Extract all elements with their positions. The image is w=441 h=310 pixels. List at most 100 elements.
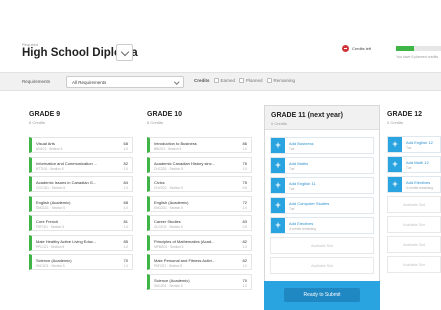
grade-11-header: GRADE 11 (next year) 0 Credits	[265, 106, 379, 130]
available-slot[interactable]: Available Slot	[270, 237, 374, 254]
goal-dropdown-button[interactable]	[116, 44, 133, 61]
course-code: ENG1D1 · Section 5	[36, 205, 65, 210]
course-grade: 85	[123, 238, 128, 244]
available-slot[interactable]: Available Slot	[387, 256, 441, 273]
requirements-select[interactable]: All Requirements	[66, 76, 184, 88]
add-course-card[interactable]: + Add Math 12 Tue	[387, 156, 441, 173]
add-course-card[interactable]: + Add Maths Tue	[270, 157, 374, 174]
course-credit: 1.0	[242, 264, 247, 268]
grade-12-credits: 0 Credits	[387, 120, 404, 125]
filter-remaining-label: Remaining	[273, 78, 296, 83]
course-code: SNC2D1 · Section 5	[154, 283, 183, 288]
course-name: Academic Issues in Canadian G...	[36, 180, 97, 185]
course-code: BTT101 · Section 5	[36, 166, 64, 171]
filter-planned[interactable]: Planned	[239, 78, 263, 83]
course-card[interactable]: Visual Arts AVI101 · Section 5 68 1.0	[29, 137, 133, 153]
course-card[interactable]: Science (Academic) SNC1D1 · Section 5 70 1.…	[29, 254, 133, 270]
course-card[interactable]: Academic Canadian History sinc... CHC2D1 …	[147, 156, 252, 173]
grade-10-credits: 8 Credits	[147, 120, 164, 125]
add-course-card[interactable]: + Add English 12 Tue	[387, 136, 441, 153]
plus-icon[interactable]: +	[388, 137, 402, 152]
course-name: Core French	[36, 219, 59, 224]
add-course-card[interactable]: + Add Electives 4 credits remaining	[387, 176, 441, 193]
course-name: Information and Communication ...	[36, 160, 98, 166]
available-slot-label: Available Slot	[403, 223, 425, 227]
plus-icon[interactable]: +	[271, 198, 285, 213]
course-card[interactable]: Core French FSF1D1 · Section 5 81 1.0	[29, 215, 133, 231]
course-credit: 1.0	[123, 205, 128, 210]
plus-icon[interactable]: +	[271, 158, 285, 173]
course-card[interactable]: English (Academic) ENG2D1 · Section 5 72 1.…	[147, 195, 252, 212]
course-name: Career Studies	[154, 219, 181, 224]
course-card[interactable]: Principles of Mathematics (Acad... MPM2D1…	[147, 234, 252, 251]
course-card[interactable]: Civics CHV2O1 · Section 5 75 0.5	[147, 176, 252, 192]
plan-header: Required High School Diploma Credits lef…	[0, 0, 441, 72]
course-credit: 1.0	[242, 244, 247, 249]
available-slot-label: Available Slot	[403, 243, 425, 247]
course-card[interactable]: Male Healthy Active Living Educ... PPL1O1…	[29, 234, 133, 251]
available-slot[interactable]: Available Slot	[387, 196, 441, 213]
course-card[interactable]: Career Studies GLC2O1 · Section 5 83 0.5	[147, 215, 252, 231]
plus-icon[interactable]: +	[388, 157, 402, 172]
course-card[interactable]: Information and Communication ... BTT101 …	[29, 156, 133, 173]
grade-11-credits: 0 Credits	[271, 121, 288, 126]
add-course-title: Add English 12	[406, 140, 433, 145]
available-slot[interactable]: Available Slot	[387, 216, 441, 233]
course-name: Male Personal and Fitness Activi...	[154, 258, 216, 263]
grade-11-title: GRADE 11 (next year)	[271, 112, 343, 119]
checkbox[interactable]	[239, 78, 245, 83]
plus-icon[interactable]: +	[271, 138, 285, 153]
filter-bar: Requirements All Requirements Credits Ea…	[0, 72, 441, 91]
plus-icon[interactable]: +	[271, 178, 285, 193]
course-card[interactable]: Academic Issues in Canadian G... CGC1D1 ·…	[29, 176, 133, 192]
course-credit: 1.0	[123, 166, 128, 171]
course-name: Academic Canadian History sinc...	[154, 160, 215, 166]
course-code: GLC2O1 · Section 5	[154, 225, 183, 229]
course-credit: 1.0	[123, 186, 128, 190]
course-grade: 75	[242, 180, 247, 185]
ready-to-submit-button[interactable]: Ready to Submit	[284, 288, 360, 302]
grade-12-title: GRADE 12	[387, 111, 423, 118]
add-course-sub: Tue	[289, 207, 295, 211]
available-slot[interactable]: Available Slot	[387, 236, 441, 253]
checkbox[interactable]	[213, 78, 219, 83]
add-course-card[interactable]: + Add Business Tue	[270, 137, 374, 154]
course-name: Introduction to Business	[154, 141, 197, 146]
filter-earned[interactable]: Earned	[213, 78, 236, 83]
add-course-card[interactable]: + Add Computer Studies Tue	[270, 197, 374, 214]
course-name: Science (Academic)	[36, 258, 72, 263]
course-credit: 1.0	[123, 147, 128, 151]
course-grade: 84	[123, 180, 128, 185]
add-course-card[interactable]: + Add English 11 Tue	[270, 177, 374, 194]
grade-9-title: GRADE 9	[29, 111, 61, 118]
grade-10-title: GRADE 10	[147, 111, 183, 118]
add-course-sub: Tue	[406, 166, 412, 170]
plus-icon[interactable]: +	[388, 177, 402, 192]
available-slot-label: Available Slot	[403, 263, 425, 267]
course-code: AVI101 · Section 5	[36, 147, 63, 151]
add-course-card[interactable]: + Add Electives 4 credits remaining	[270, 217, 374, 234]
course-name: Principles of Mathematics (Acad...	[154, 238, 215, 244]
credits-left-indicator: Credits left	[342, 45, 371, 52]
course-code: ENG2D1 · Section 5	[154, 205, 183, 210]
course-credit: 1.0	[242, 205, 247, 210]
course-grade: 68	[123, 141, 128, 146]
filter-remaining[interactable]: Remaining	[266, 78, 296, 83]
course-grade: 70	[242, 277, 247, 283]
course-name: Science (Academic)	[154, 277, 190, 283]
course-card[interactable]: Male Personal and Fitness Activi... PAF2O…	[147, 254, 252, 270]
course-card[interactable]: Science (Academic) SNC2D1 · Section 5 70 1.…	[147, 273, 252, 290]
course-name: English (Academic)	[154, 199, 189, 205]
course-code: PAF2O1 · Section 5	[154, 264, 183, 268]
plus-icon[interactable]: +	[271, 218, 285, 233]
available-slot[interactable]: Available Slot	[270, 257, 374, 274]
add-course-title: Add Math 12	[406, 160, 429, 165]
checkbox[interactable]	[266, 78, 272, 83]
progress-caption: You have 6 planned credits	[396, 55, 439, 59]
course-card[interactable]: English (Academic) ENG1D1 · Section 5 68 1.…	[29, 195, 133, 212]
add-course-title: Add Computer Studies	[289, 201, 330, 206]
course-grade: 81	[123, 219, 128, 224]
filter-earned-label: Earned	[220, 78, 236, 83]
course-card[interactable]: Introduction to Business BBI2O1 · Section…	[147, 137, 252, 153]
course-grade: 82	[123, 160, 128, 166]
